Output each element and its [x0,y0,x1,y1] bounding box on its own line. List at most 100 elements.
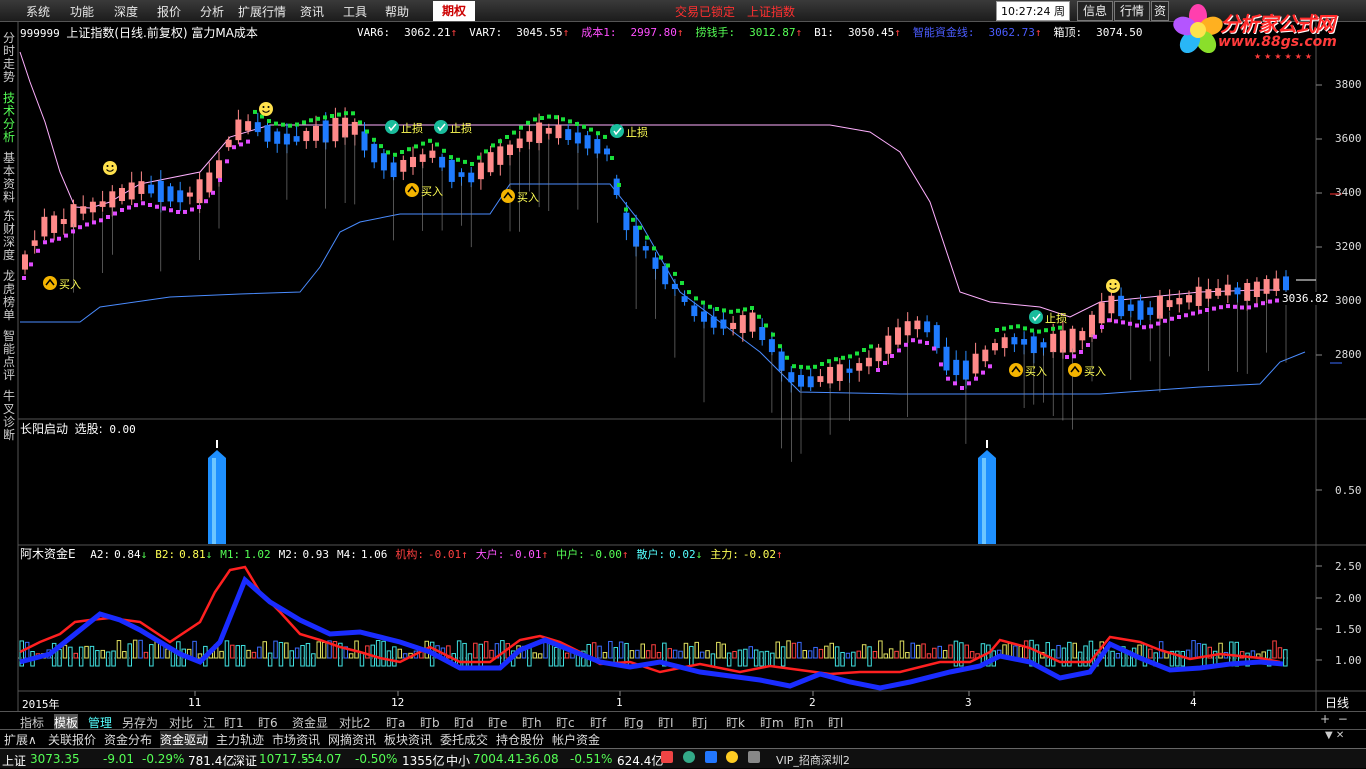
function-tab[interactable]: 关联报价 [48,731,96,748]
flow-bar [564,652,570,659]
flow-bar [381,640,386,667]
candle-body [477,162,484,180]
flow-bar [84,645,89,659]
flow-bar [554,646,559,667]
candle-body [623,212,630,231]
candle-body [545,127,552,134]
ma-dot [85,222,89,227]
flow-bar [273,640,278,659]
ma-dot [421,141,425,146]
function-tab[interactable]: 资金驱动 [160,731,209,748]
function-tab[interactable]: 帐户资金 [552,731,600,748]
flow-bar [100,649,105,659]
candle-body [972,353,979,374]
zoom-in-button[interactable]: + [1320,712,1330,726]
candle-body [924,321,931,333]
ma-dot [512,130,516,135]
menu-extended-market[interactable]: 扩展行情 [238,3,286,20]
candle-body [264,125,271,142]
extra-button[interactable]: 资 [1151,1,1169,21]
sh-name[interactable]: 上证 [2,752,26,769]
candle-body [371,143,378,163]
panel3-title: 阿木资金E [20,547,76,561]
ma-dot [589,127,593,132]
flow-bar [748,646,753,659]
function-tab[interactable]: 市场资讯 [272,731,320,748]
alert-icon[interactable] [661,751,673,763]
flow-bar [1180,651,1185,667]
function-tab[interactable]: 板块资讯 [384,731,432,748]
candle-body [245,121,252,131]
sz-name[interactable]: 深证 [233,752,257,769]
notification-icon[interactable] [726,751,739,763]
chart-area[interactable]: 买入 买入 买入 买入 买入 止损 止损 止损 止损 [0,22,1366,712]
flow-bar [537,653,543,659]
buy-signal-label: 买入 [517,191,539,204]
close-icon[interactable]: ✕ [1336,730,1344,741]
ma-dot [302,120,306,125]
flow-bar [910,642,915,659]
connection-icon[interactable] [682,751,695,763]
buy-signal-label: 买入 [421,185,443,198]
zoom-out-button[interactable]: − [1338,712,1348,726]
zoom-controls: + − [1320,712,1348,726]
period-label[interactable]: 日线 [1325,694,1349,711]
menu-news[interactable]: 资讯 [300,3,324,20]
function-tab[interactable]: 主力轨迹 [216,731,264,748]
flow-bar [872,650,878,659]
candle-body [507,144,513,156]
zx-percent: -0.51% [570,752,613,766]
candle-body [555,125,562,139]
indicator-item: VAR7: [469,26,503,39]
fund-indicator-arrow: ↑ [541,548,549,561]
buy-signal-label: 买入 [1025,365,1047,378]
logo-stars: ★★★★★★ [1254,52,1316,61]
ma-dot [708,304,712,309]
options-tab[interactable]: 期权 [433,1,475,21]
menu-analysis[interactable]: 分析 [200,3,224,20]
function-tab[interactable]: 委托成交 [440,731,488,748]
quote-button[interactable]: 行情 [1114,1,1150,21]
flow-bar [807,650,813,659]
function-tab[interactable]: 扩展∧ [4,731,37,748]
ma-dot [99,218,103,223]
candle-body [526,131,533,142]
menu-system[interactable]: 系统 [26,3,50,20]
fund-indicator-name: B2: [155,548,176,561]
menu-help[interactable]: 帮助 [385,3,409,20]
flow-bar [1077,651,1083,667]
status-bar: 上证 3073.35 -9.01 -0.29% 781.4亿 深证 10717.… [0,748,1366,768]
arrow-down-icon[interactable]: ▼ [1325,730,1333,741]
zx-name[interactable]: 中小 [446,752,470,769]
candle-body [1244,283,1251,301]
ma-dot [393,152,397,157]
ma-dot [113,211,117,216]
flow-bar [224,640,230,667]
candle-body [1079,331,1086,341]
ma-dot [771,332,775,337]
flow-bar [473,642,478,659]
buy-signal-marker: 买入 [43,276,81,291]
menu-function[interactable]: 功能 [70,3,94,20]
ma-dot [309,118,313,123]
indicator-value: 2997.80 [630,26,677,39]
candle-body [778,351,785,371]
ma-dot [540,116,544,120]
function-tab[interactable]: 资金分布 [104,731,152,748]
menu-tools[interactable]: 工具 [343,3,367,20]
settings-icon[interactable] [748,751,761,763]
flow-bar [262,641,267,659]
menu-depth[interactable]: 深度 [114,3,138,20]
flow-bar [969,651,975,659]
indicator-value: 3050.45 [847,26,895,39]
info-button[interactable]: 信息 [1077,1,1113,21]
function-tab[interactable]: 持仓股份 [496,731,544,748]
fund-indicator-arrow: ↓ [140,548,148,561]
stop-signal-label: 止损 [1045,311,1067,325]
function-tab[interactable]: 网摘资讯 [328,731,376,748]
ma-dot [365,129,369,134]
flow-bar [780,646,786,667]
message-icon[interactable] [704,751,717,763]
menu-quote[interactable]: 报价 [157,3,181,20]
server-name[interactable]: VIP_招商深圳2 [776,752,850,768]
